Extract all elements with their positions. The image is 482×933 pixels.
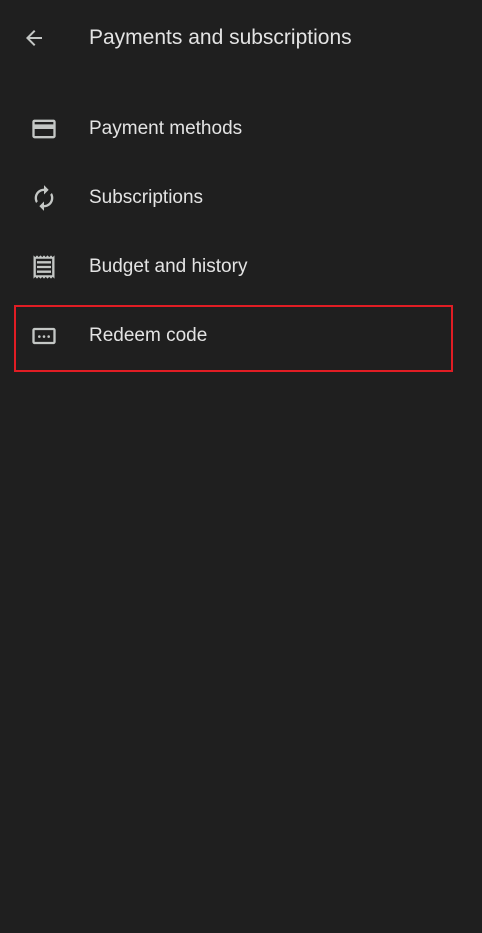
receipt-icon xyxy=(29,252,59,282)
top-app-bar: Payments and subscriptions xyxy=(0,0,482,76)
menu-item-label: Subscriptions xyxy=(89,187,204,208)
payments-menu: Payment methods Subscriptions Budget and… xyxy=(0,94,482,370)
credit-card-icon xyxy=(29,114,59,144)
back-button[interactable] xyxy=(14,18,54,58)
menu-item-label: Budget and history xyxy=(89,256,248,277)
menu-item-budget-history[interactable]: Budget and history xyxy=(0,232,482,301)
menu-item-label: Redeem code xyxy=(89,325,208,346)
arrow-back-icon xyxy=(26,30,42,46)
menu-item-redeem-code[interactable]: Redeem code xyxy=(0,301,482,370)
redeem-code-icon xyxy=(29,321,59,351)
menu-item-subscriptions[interactable]: Subscriptions xyxy=(0,163,482,232)
autorenew-icon xyxy=(29,183,59,213)
menu-item-payment-methods[interactable]: Payment methods xyxy=(0,94,482,163)
menu-item-label: Payment methods xyxy=(89,118,243,139)
payments-subscriptions-screen: Payments and subscriptions Payment metho… xyxy=(0,0,482,933)
page-title: Payments and subscriptions xyxy=(89,26,352,49)
